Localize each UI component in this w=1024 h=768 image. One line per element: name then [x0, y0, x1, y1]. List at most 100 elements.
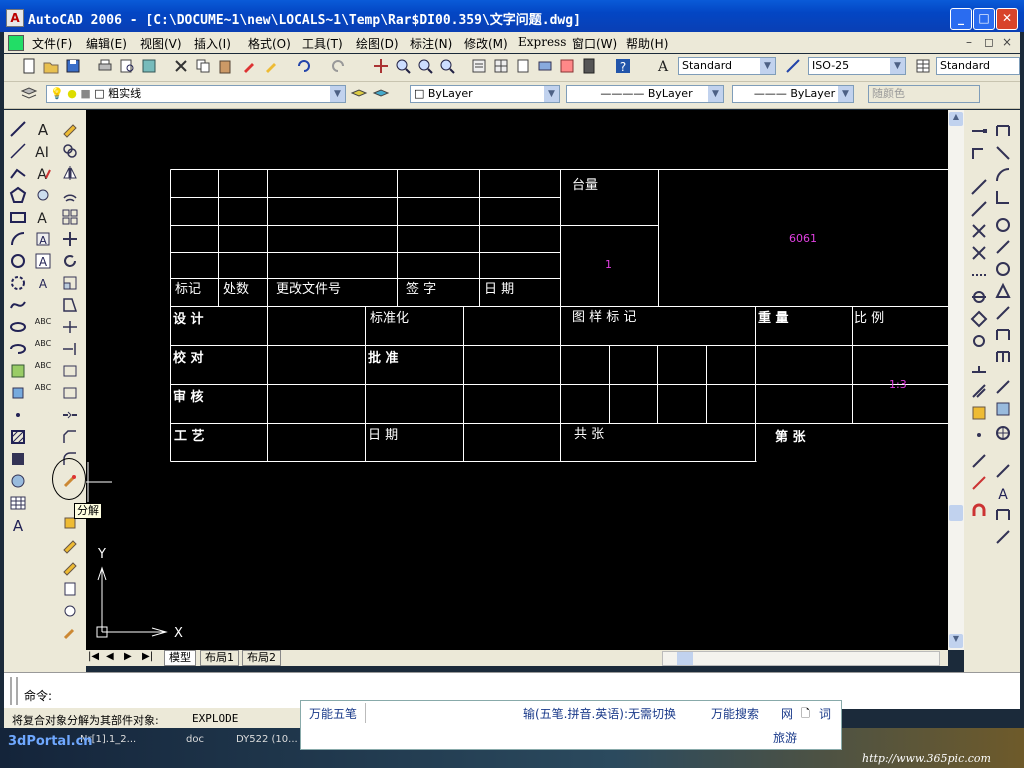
insert-block-icon[interactable] [7, 360, 29, 382]
properties-icon[interactable] [470, 57, 488, 75]
dim-aligned-icon[interactable] [968, 472, 990, 494]
abc-text-icon-3[interactable]: ABC [32, 354, 54, 376]
document-icon[interactable] [8, 35, 24, 51]
modify-ii-icon-6[interactable] [59, 622, 81, 644]
ime-travel[interactable]: 旅游 [773, 729, 797, 746]
ellipse-arc-icon[interactable] [7, 338, 29, 360]
print-preview-icon[interactable] [118, 57, 136, 75]
menu-insert[interactable]: 插入(I) [194, 35, 231, 52]
dim-center-mark-icon[interactable] [992, 376, 1014, 398]
zoom-realtime-icon[interactable] [394, 57, 412, 75]
dim-override-icon[interactable]: A [992, 482, 1014, 504]
layer-previous-icon[interactable] [372, 85, 390, 103]
gradient-icon[interactable] [7, 448, 29, 470]
dim-radius-icon[interactable] [992, 120, 1014, 142]
minimize-button[interactable]: _ [950, 8, 972, 30]
stretch-icon[interactable] [59, 294, 81, 316]
pan-icon[interactable] [372, 57, 390, 75]
dim-reassociate-icon[interactable] [992, 526, 1014, 548]
ime-net[interactable]: 网 [781, 705, 793, 722]
edit-text-icon[interactable]: A [32, 162, 54, 184]
menu-format[interactable]: 格式(O) [248, 35, 291, 52]
scroll-down-icon[interactable]: ▼ [949, 634, 963, 648]
dim-style-manager-icon[interactable] [992, 504, 1014, 526]
scale-text-icon[interactable]: A [32, 250, 54, 272]
magnet-icon[interactable] [968, 500, 990, 522]
make-object-layer-current-icon[interactable] [350, 85, 368, 103]
text-style-select[interactable]: Standard ▼ [678, 57, 776, 75]
snap-nearest-icon[interactable] [968, 380, 990, 402]
ime-mode[interactable]: 输(五笔.拼音.英语):无需切换 [523, 705, 676, 722]
mdi-close-button[interactable]: × [1002, 35, 1012, 49]
scroll-thumb[interactable] [949, 505, 963, 521]
tab-layout2[interactable]: 布局2 [242, 650, 281, 666]
linetype-select[interactable]: ———— ByLayer ▼ [566, 85, 724, 103]
trim-icon[interactable] [59, 316, 81, 338]
open-file-icon[interactable] [42, 57, 60, 75]
ime-name[interactable]: 万能五笔 [309, 705, 357, 722]
dim-style-select[interactable]: ISO-25 ▼ [808, 57, 906, 75]
ime-word[interactable]: 词 [819, 705, 831, 722]
find-text-icon[interactable] [32, 184, 54, 206]
ime-doc-icon[interactable]: 🗋 [801, 705, 810, 724]
extend-icon[interactable] [59, 338, 81, 360]
paste-icon[interactable] [216, 57, 234, 75]
dim-tolerance-icon[interactable] [992, 346, 1014, 368]
single-line-text-icon[interactable]: AI [32, 140, 54, 162]
help-icon[interactable]: ? [614, 57, 632, 75]
make-block-icon[interactable] [7, 382, 29, 404]
color-select[interactable]: □ ByLayer ▼ [410, 85, 560, 103]
snap-parallel-icon[interactable] [968, 308, 990, 330]
text-style-panel-icon[interactable]: A [32, 228, 54, 250]
drawing-area[interactable]: 标记 处数 更改文件号 签 字 日 期 台量 6061 1 设 计 标准化 图 … [86, 110, 948, 650]
menu-view[interactable]: 视图(V) [140, 35, 182, 52]
table-icon[interactable] [7, 492, 29, 514]
spell-check-icon[interactable]: A [32, 206, 54, 228]
offset-icon[interactable] [59, 184, 81, 206]
table-style-select[interactable]: Standard [936, 57, 1020, 75]
sheet-set-icon[interactable] [536, 57, 554, 75]
table-style-icon[interactable] [914, 57, 932, 75]
join-icon[interactable] [59, 404, 81, 426]
point-icon[interactable] [7, 404, 29, 426]
publish-icon[interactable] [140, 57, 158, 75]
tab-nav-last-icon[interactable]: ▶| [142, 651, 153, 662]
close-button[interactable]: ✕ [996, 8, 1018, 30]
dim-angular-icon[interactable] [992, 236, 1014, 258]
dim-jogged-icon[interactable] [992, 214, 1014, 236]
dim-style-icon[interactable] [784, 57, 802, 75]
dim-arc-icon[interactable] [992, 164, 1014, 186]
snap-center-icon[interactable] [968, 242, 990, 264]
copy-icon[interactable] [194, 57, 212, 75]
tool-palettes-icon[interactable] [514, 57, 532, 75]
move-icon[interactable] [59, 228, 81, 250]
snap-midpoint-icon[interactable] [968, 142, 990, 164]
scroll-up-icon[interactable]: ▲ [949, 112, 963, 126]
circle-icon[interactable] [7, 250, 29, 272]
snap-insert-icon[interactable] [968, 330, 990, 352]
text-icon[interactable]: A [32, 118, 54, 140]
maximize-button[interactable]: □ [973, 8, 995, 30]
tab-model[interactable]: 模型 [164, 650, 196, 666]
dim-quick-icon[interactable] [992, 258, 1014, 280]
menu-express[interactable]: Express [518, 35, 566, 49]
command-window-grip[interactable] [10, 677, 18, 705]
construction-line-icon[interactable] [7, 140, 29, 162]
modify-ii-icon-2[interactable] [59, 534, 81, 556]
dim-continue-icon[interactable] [992, 302, 1014, 324]
justify-text-icon[interactable]: A [32, 272, 54, 294]
block-editor-icon[interactable] [262, 57, 280, 75]
snap-intersection-icon[interactable] [968, 176, 990, 198]
vertical-scrollbar[interactable]: ▲ ▼ [948, 110, 964, 650]
redo-icon[interactable] [330, 57, 348, 75]
menu-file[interactable]: 文件(F) [32, 35, 72, 52]
layer-manager-icon[interactable] [20, 85, 38, 103]
lineweight-select[interactable]: ——— ByLayer ▼ [732, 85, 854, 103]
dim-linear-icon[interactable] [968, 450, 990, 472]
polygon-icon[interactable] [7, 184, 29, 206]
line-icon[interactable] [7, 118, 29, 140]
menu-window[interactable]: 窗口(W) [572, 35, 617, 52]
hatch-icon[interactable] [7, 426, 29, 448]
autocad-app-icon[interactable]: A [6, 9, 24, 27]
tab-nav-next-icon[interactable]: ▶ [124, 651, 132, 662]
